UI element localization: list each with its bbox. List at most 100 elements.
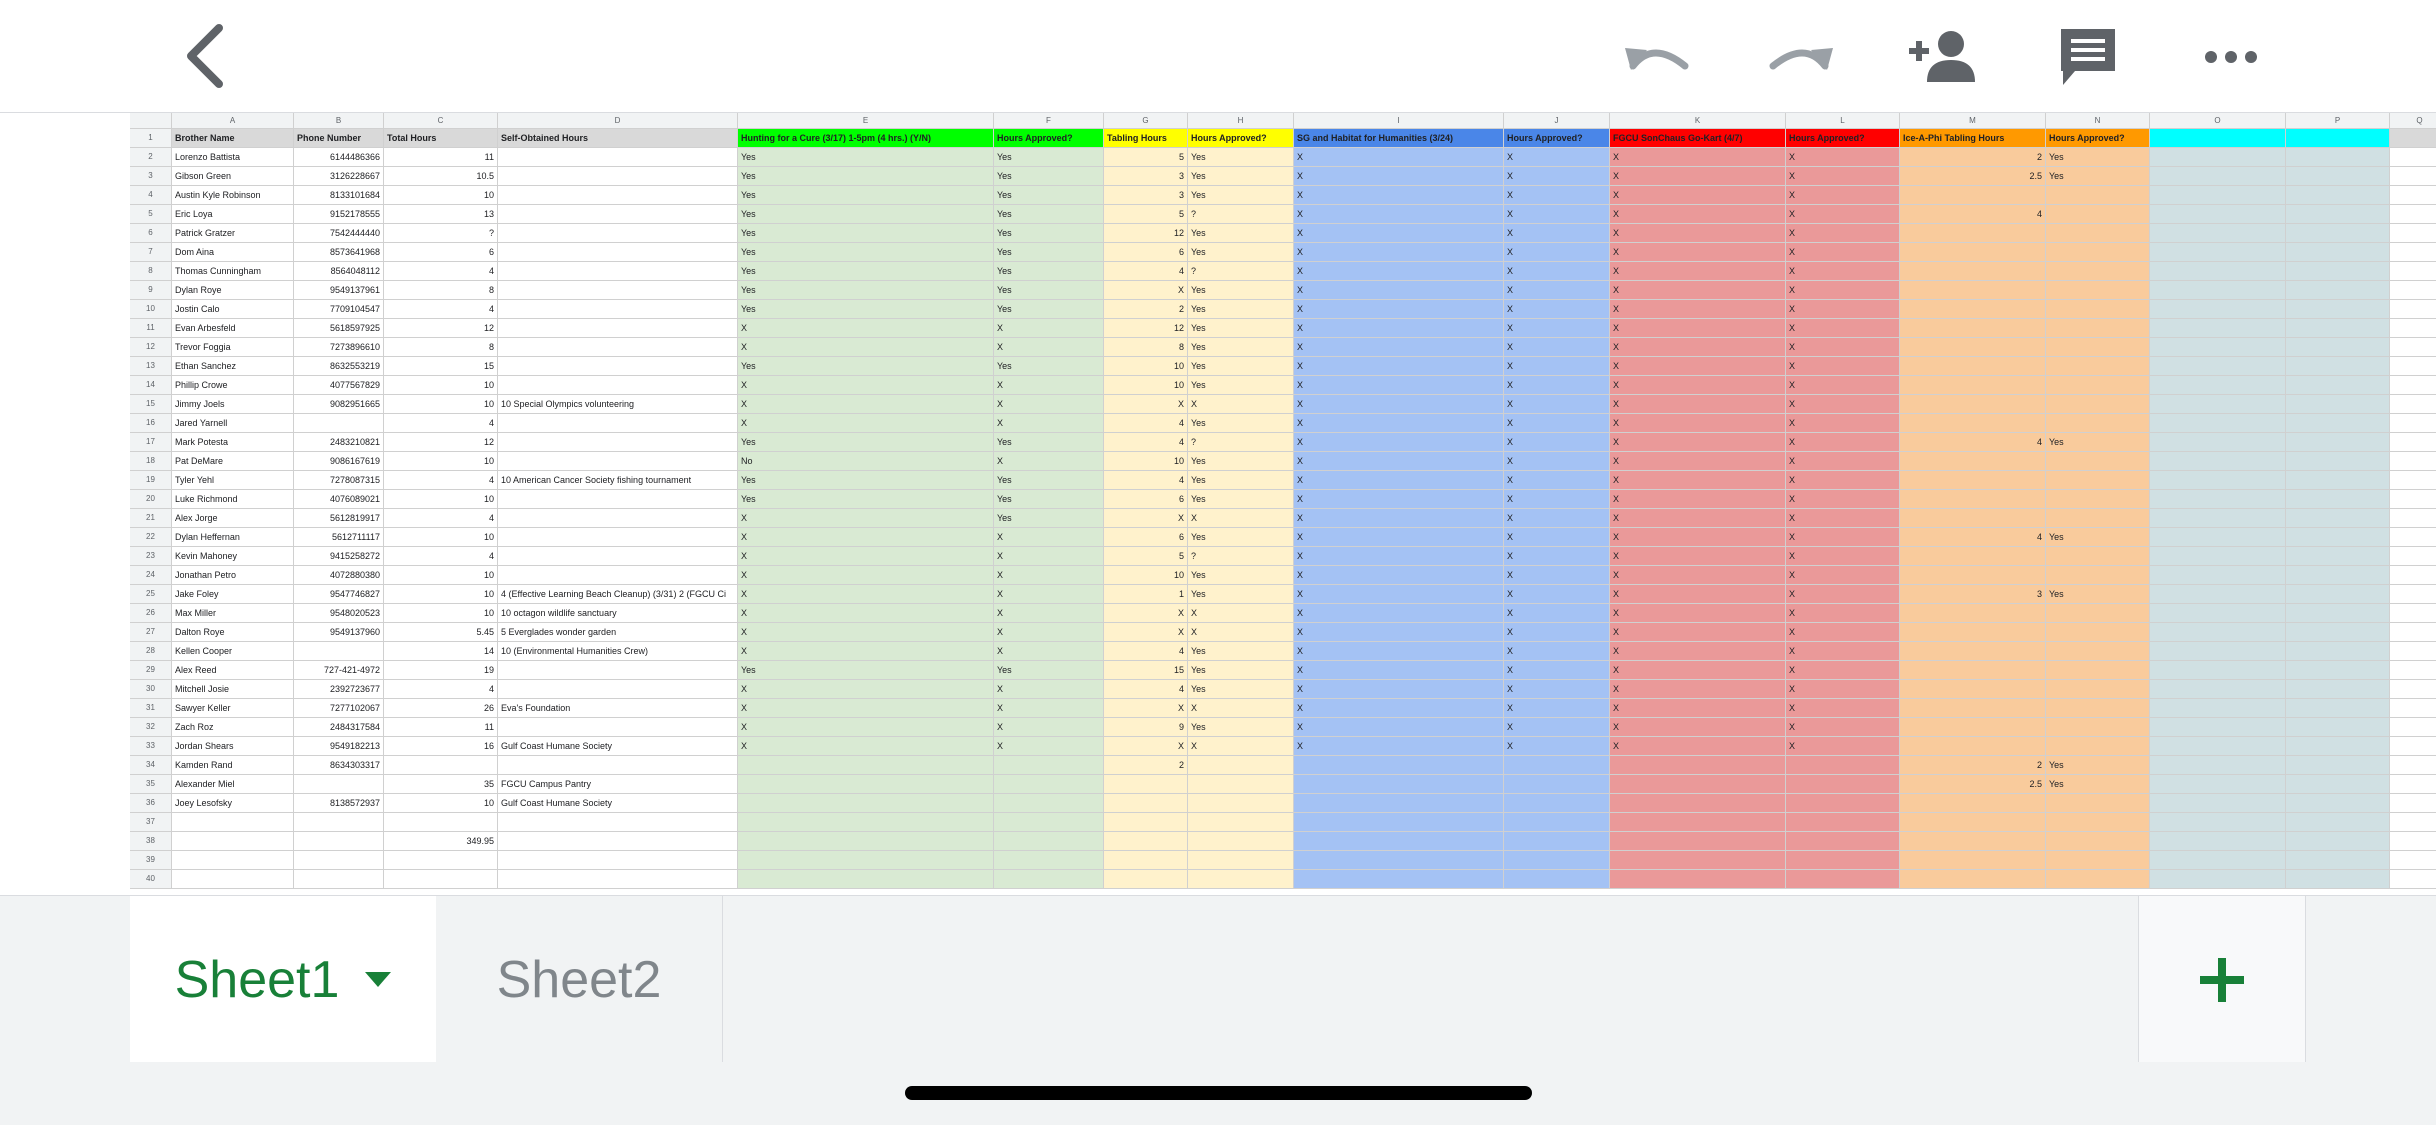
table-cell[interactable] bbox=[294, 642, 384, 661]
table-cell[interactable]: Yes bbox=[1188, 680, 1294, 699]
table-cell[interactable]: Yes bbox=[994, 167, 1104, 186]
table-cell[interactable] bbox=[2046, 604, 2150, 623]
row-number[interactable]: 3 bbox=[130, 167, 172, 186]
table-cell[interactable]: X bbox=[1294, 395, 1504, 414]
table-cell[interactable]: 4072880380 bbox=[294, 566, 384, 585]
table-cell[interactable] bbox=[1786, 756, 1900, 775]
table-cell[interactable] bbox=[2286, 680, 2390, 699]
table-cell[interactable]: 5612819917 bbox=[294, 509, 384, 528]
table-cell[interactable]: X bbox=[1504, 281, 1610, 300]
table-cell[interactable]: X bbox=[738, 395, 994, 414]
table-cell[interactable]: 12 bbox=[1104, 224, 1188, 243]
table-cell[interactable]: Yes bbox=[1188, 414, 1294, 433]
table-cell[interactable]: Yes bbox=[1188, 281, 1294, 300]
table-cell[interactable] bbox=[2390, 300, 2436, 319]
table-cell[interactable]: Yes bbox=[1188, 528, 1294, 547]
table-cell[interactable]: 4 bbox=[1104, 471, 1188, 490]
table-cell[interactable] bbox=[994, 756, 1104, 775]
table-cell[interactable]: 4 bbox=[1900, 205, 2046, 224]
table-cell[interactable]: X bbox=[1504, 471, 1610, 490]
table-cell[interactable] bbox=[1104, 775, 1188, 794]
row-number[interactable]: 37 bbox=[130, 813, 172, 832]
table-cell[interactable] bbox=[2390, 642, 2436, 661]
table-cell[interactable]: 11 bbox=[384, 718, 498, 737]
table-cell[interactable] bbox=[1900, 243, 2046, 262]
table-cell[interactable] bbox=[1786, 870, 1900, 889]
table-cell[interactable]: 7278087315 bbox=[294, 471, 384, 490]
table-cell[interactable] bbox=[2286, 547, 2390, 566]
table-cell[interactable]: 4 bbox=[1900, 433, 2046, 452]
table-cell[interactable] bbox=[2046, 680, 2150, 699]
table-cell[interactable]: X bbox=[1104, 604, 1188, 623]
table-cell[interactable]: 4 bbox=[1900, 528, 2046, 547]
table-cell[interactable]: Mitchell Josie bbox=[172, 680, 294, 699]
table-cell[interactable] bbox=[294, 832, 384, 851]
table-cell[interactable] bbox=[2390, 357, 2436, 376]
table-cell[interactable] bbox=[738, 851, 994, 870]
table-cell[interactable]: 2 bbox=[1900, 148, 2046, 167]
table-cell[interactable] bbox=[2046, 319, 2150, 338]
table-cell[interactable] bbox=[498, 262, 738, 281]
table-cell[interactable] bbox=[1900, 281, 2046, 300]
table-cell[interactable]: 7273896610 bbox=[294, 338, 384, 357]
table-cell[interactable] bbox=[2286, 851, 2390, 870]
table-cell[interactable]: Austin Kyle Robinson bbox=[172, 186, 294, 205]
table-cell[interactable] bbox=[2150, 756, 2286, 775]
table-cell[interactable] bbox=[1104, 870, 1188, 889]
table-cell[interactable]: X bbox=[1504, 680, 1610, 699]
table-cell[interactable]: ? bbox=[1188, 433, 1294, 452]
table-cell[interactable]: 10 bbox=[384, 566, 498, 585]
table-cell[interactable]: Yes bbox=[2046, 148, 2150, 167]
table-cell[interactable] bbox=[2390, 851, 2436, 870]
table-cell[interactable]: X bbox=[738, 737, 994, 756]
table-cell[interactable] bbox=[2286, 604, 2390, 623]
table-cell[interactable]: Dalton Roye bbox=[172, 623, 294, 642]
table-cell[interactable]: 8138572937 bbox=[294, 794, 384, 813]
row-number[interactable]: 13 bbox=[130, 357, 172, 376]
table-cell[interactable]: Yes bbox=[1188, 471, 1294, 490]
table-cell[interactable]: X bbox=[1294, 376, 1504, 395]
table-cell[interactable]: Alex Jorge bbox=[172, 509, 294, 528]
table-cell[interactable]: X bbox=[994, 452, 1104, 471]
table-cell[interactable]: X bbox=[738, 623, 994, 642]
table-cell[interactable]: X bbox=[1610, 148, 1786, 167]
table-cell[interactable] bbox=[498, 205, 738, 224]
table-cell[interactable]: 4 (Effective Learning Beach Cleanup) (3/… bbox=[498, 585, 738, 604]
table-cell[interactable] bbox=[2286, 319, 2390, 338]
table-cell[interactable]: X bbox=[738, 338, 994, 357]
row-number[interactable]: 15 bbox=[130, 395, 172, 414]
table-cell[interactable] bbox=[1900, 851, 2046, 870]
table-cell[interactable] bbox=[498, 319, 738, 338]
row-number[interactable]: 22 bbox=[130, 528, 172, 547]
table-cell[interactable]: Yes bbox=[994, 262, 1104, 281]
table-cell[interactable] bbox=[1900, 509, 2046, 528]
table-cell[interactable]: X bbox=[1610, 737, 1786, 756]
table-cell[interactable] bbox=[2390, 718, 2436, 737]
table-cell[interactable] bbox=[2390, 319, 2436, 338]
table-cell[interactable]: X bbox=[1610, 566, 1786, 585]
row-number[interactable]: 2 bbox=[130, 148, 172, 167]
table-cell[interactable] bbox=[2150, 167, 2286, 186]
table-cell[interactable] bbox=[2150, 509, 2286, 528]
table-cell[interactable]: Lorenzo Battista bbox=[172, 148, 294, 167]
table-cell[interactable]: Yes bbox=[994, 224, 1104, 243]
table-cell[interactable] bbox=[1786, 794, 1900, 813]
table-cell[interactable]: Yes bbox=[2046, 756, 2150, 775]
table-cell[interactable]: Kevin Mahoney bbox=[172, 547, 294, 566]
table-cell[interactable] bbox=[2150, 718, 2286, 737]
row-number[interactable]: 7 bbox=[130, 243, 172, 262]
row-number[interactable]: 32 bbox=[130, 718, 172, 737]
table-cell[interactable] bbox=[2286, 205, 2390, 224]
table-cell[interactable] bbox=[1900, 699, 2046, 718]
table-cell[interactable] bbox=[498, 528, 738, 547]
table-cell[interactable]: 5 bbox=[1104, 148, 1188, 167]
table-cell[interactable]: Yes bbox=[738, 433, 994, 452]
table-cell[interactable]: Yes bbox=[1188, 452, 1294, 471]
table-cell[interactable]: X bbox=[1504, 623, 1610, 642]
table-cell[interactable]: X bbox=[1504, 262, 1610, 281]
table-cell[interactable] bbox=[384, 851, 498, 870]
table-cell[interactable]: 4 bbox=[1104, 414, 1188, 433]
table-cell[interactable] bbox=[738, 813, 994, 832]
table-cell[interactable] bbox=[2286, 414, 2390, 433]
table-cell[interactable] bbox=[2046, 737, 2150, 756]
